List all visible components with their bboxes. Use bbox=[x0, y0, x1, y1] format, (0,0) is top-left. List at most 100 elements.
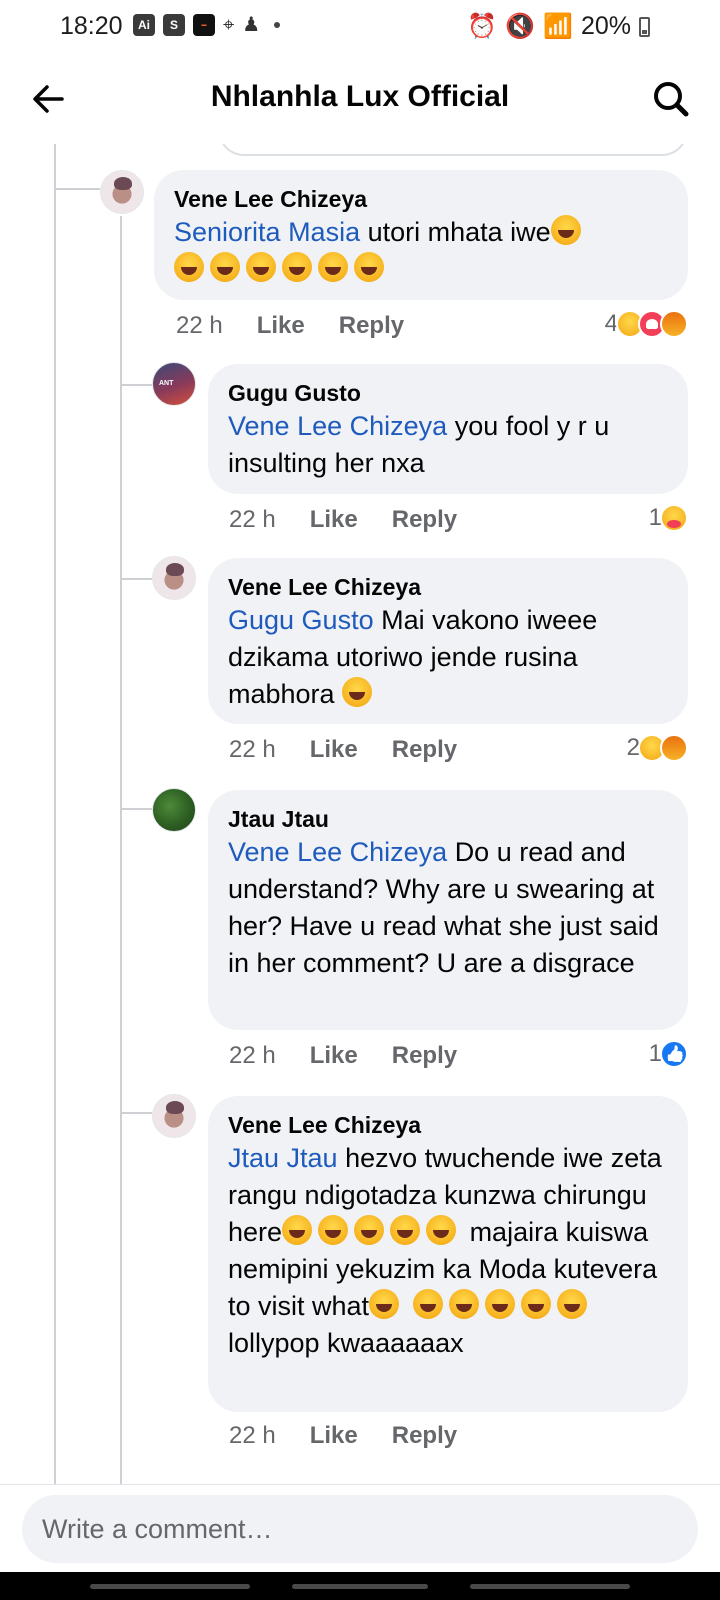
avatar[interactable]: ANT bbox=[152, 362, 196, 406]
laughing-emoji-icon bbox=[282, 252, 312, 282]
alarm-icon: ⏰ bbox=[467, 13, 498, 40]
reply-button[interactable]: Reply bbox=[392, 506, 457, 534]
mute-icon: 🔇 bbox=[505, 13, 536, 40]
comment-mention[interactable]: Vene Lee Chizeya bbox=[228, 411, 447, 441]
reply-button[interactable]: Reply bbox=[392, 1422, 457, 1450]
comment-author[interactable]: Vene Lee Chizeya bbox=[228, 1110, 668, 1140]
previous-comment-bubble bbox=[218, 144, 688, 156]
laughing-emoji-icon bbox=[210, 252, 240, 282]
laughing-emoji-icon bbox=[484, 1289, 515, 1319]
comment-text: Vene Lee Chizeya you fool y r u insultin… bbox=[228, 408, 668, 482]
comment-time: 22 h bbox=[176, 312, 223, 339]
comment-bubble[interactable]: Jtau Jtau Vene Lee Chizeya Do u read and… bbox=[208, 790, 688, 1030]
reply-button[interactable]: Reply bbox=[392, 1042, 457, 1070]
comment-text: Vene Lee Chizeya Do u read and understan… bbox=[228, 834, 668, 982]
comment-text: Seniorita Masia utori mhata iwe bbox=[174, 214, 668, 288]
comment-mention[interactable]: Jtau Jtau bbox=[228, 1143, 338, 1173]
battery-percent: 20% bbox=[580, 12, 631, 40]
laughing-emoji-icon bbox=[282, 1215, 313, 1245]
comment-input[interactable] bbox=[22, 1495, 698, 1563]
reaction-summary[interactable]: 1 bbox=[649, 1040, 688, 1068]
avatar[interactable] bbox=[152, 788, 196, 832]
status-left-icons: Ai S ▬ ⌖ ♟ bbox=[133, 14, 281, 36]
angry-reaction-icon bbox=[660, 734, 688, 762]
battery-icon bbox=[639, 16, 650, 37]
laughing-emoji-icon bbox=[390, 1215, 421, 1245]
comment-author[interactable]: Jtau Jtau bbox=[228, 804, 668, 834]
laughing-emoji-icon bbox=[426, 1215, 457, 1245]
status-right-icons: ⏰ 🔇 📶 20% bbox=[467, 12, 650, 41]
reply-button[interactable]: Reply bbox=[339, 312, 404, 340]
thread-line bbox=[54, 144, 56, 1484]
more-dot-icon bbox=[274, 22, 281, 28]
comment-bubble[interactable]: Vene Lee Chizeya Gugu Gusto Mai vakono i… bbox=[208, 558, 688, 724]
comment-author[interactable]: Gugu Gusto bbox=[228, 378, 668, 408]
comment-mention[interactable]: Vene Lee Chizeya bbox=[228, 837, 447, 867]
avatar-logo-text: ANT bbox=[159, 380, 174, 387]
avatar[interactable] bbox=[152, 556, 196, 600]
comment-bubble[interactable]: Vene Lee Chizeya Jtau Jtau hezvo twuchen… bbox=[208, 1096, 688, 1412]
wifi-icon: 📶 bbox=[543, 13, 573, 40]
laughing-emoji-icon bbox=[318, 1215, 349, 1245]
nav-back-handle[interactable] bbox=[470, 1584, 630, 1589]
top-app-bar: Nhlanhla Lux Official bbox=[0, 54, 720, 144]
nav-home-handle[interactable] bbox=[292, 1584, 428, 1589]
reaction-summary[interactable]: 1 bbox=[649, 504, 688, 532]
comment-body: utori mhata iwe bbox=[367, 217, 551, 247]
search-icon bbox=[654, 82, 689, 117]
like-button[interactable]: Like bbox=[257, 312, 305, 340]
laughing-emoji-icon bbox=[354, 252, 384, 282]
system-nav-bar bbox=[0, 1572, 720, 1600]
care-reaction-icon bbox=[660, 504, 688, 532]
s-app-icon: S bbox=[163, 14, 185, 36]
page-title: Nhlanhla Lux Official bbox=[210, 80, 510, 113]
laughing-emoji-icon bbox=[342, 677, 373, 707]
comment-body: lollypop kwaaaaaax bbox=[228, 1328, 464, 1358]
comment-author[interactable]: Vene Lee Chizeya bbox=[228, 572, 668, 602]
comment-time: 22 h bbox=[229, 1422, 276, 1449]
comment-text: Jtau Jtau hezvo twuchende iwe zeta rangu… bbox=[228, 1140, 668, 1362]
laughing-emoji-icon bbox=[318, 252, 348, 282]
reply-button[interactable]: Reply bbox=[392, 736, 457, 764]
like-button[interactable]: Like bbox=[310, 1422, 358, 1450]
status-bar: 18:20 Ai S ▬ ⌖ ♟ ⏰ 🔇 📶 20% bbox=[0, 0, 720, 54]
comment-mention[interactable]: Seniorita Masia bbox=[174, 217, 360, 247]
app-thumbnail-icon: ▬ bbox=[193, 14, 215, 36]
status-time: 18:20 bbox=[60, 12, 123, 40]
avatar[interactable] bbox=[100, 170, 144, 214]
comment-bubble[interactable]: Vene Lee Chizeya Seniorita Masia utori m… bbox=[154, 170, 688, 300]
reaction-summary[interactable]: 4 bbox=[605, 310, 688, 338]
comment-time: 22 h bbox=[229, 506, 276, 533]
thread-line bbox=[54, 188, 100, 190]
comment-time: 22 h bbox=[229, 1042, 276, 1069]
comment-author[interactable]: Vene Lee Chizeya bbox=[174, 184, 668, 214]
ai-badge-icon: Ai bbox=[133, 14, 155, 36]
laughing-emoji-icon bbox=[448, 1289, 479, 1319]
reaction-summary[interactable]: 2 bbox=[627, 734, 688, 762]
like-button[interactable]: Like bbox=[310, 1042, 358, 1070]
comment-composer bbox=[0, 1484, 720, 1572]
laughing-emoji-icon bbox=[174, 252, 204, 282]
like-button[interactable]: Like bbox=[310, 736, 358, 764]
thread-line bbox=[120, 578, 152, 580]
like-button[interactable]: Like bbox=[310, 506, 358, 534]
comment-thread[interactable]: Vene Lee Chizeya Seniorita Masia utori m… bbox=[0, 144, 720, 1484]
angry-reaction-icon bbox=[660, 310, 688, 338]
nav-recents-handle[interactable] bbox=[90, 1584, 250, 1589]
comment-time: 22 h bbox=[229, 736, 276, 763]
thread-line bbox=[120, 216, 122, 1484]
comment-meta: 22 h Like Reply bbox=[229, 506, 457, 534]
notification-icon: ♟ bbox=[242, 14, 261, 36]
location-icon: ⌖ bbox=[223, 14, 235, 36]
thread-line bbox=[120, 384, 152, 386]
comment-text: Gugu Gusto Mai vakono iweee dzikama utor… bbox=[228, 602, 668, 713]
search-button[interactable] bbox=[648, 76, 694, 122]
comment-mention[interactable]: Gugu Gusto bbox=[228, 605, 374, 635]
laughing-emoji-icon bbox=[354, 1215, 385, 1245]
avatar[interactable] bbox=[152, 1094, 196, 1138]
laughing-emoji-icon bbox=[369, 1289, 400, 1319]
laughing-emoji-icon bbox=[556, 1289, 587, 1319]
laughing-emoji-icon bbox=[520, 1289, 551, 1319]
comment-meta: 22 h Like Reply bbox=[229, 736, 457, 764]
comment-bubble[interactable]: Gugu Gusto Vene Lee Chizeya you fool y r… bbox=[208, 364, 688, 494]
